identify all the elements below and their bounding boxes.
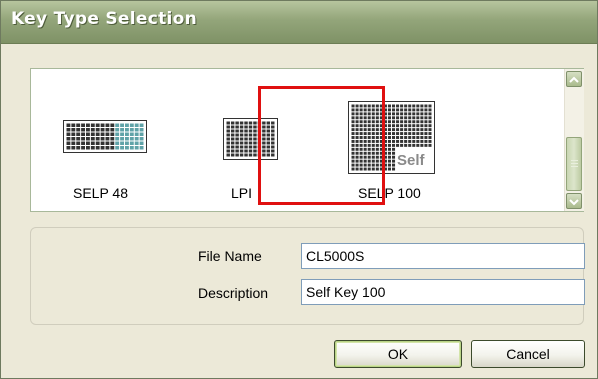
description-label: Description: [198, 285, 269, 301]
keyboard-48-icon: [63, 120, 147, 153]
scroll-down-button[interactable]: [566, 193, 582, 209]
title-bar[interactable]: Key Type Selection: [1, 1, 597, 44]
key-item-selp-48[interactable]: SELP 48: [51, 69, 151, 211]
grip-line: [571, 160, 578, 161]
cancel-button[interactable]: Cancel: [471, 340, 585, 368]
file-name-input[interactable]: CL5000S: [301, 243, 585, 269]
self-badge: Self: [397, 152, 425, 169]
file-details-group: File Name CL5000S Description Self Key 1…: [30, 227, 585, 325]
key-list-scrollbar[interactable]: [564, 69, 584, 211]
scroll-up-button[interactable]: [566, 71, 582, 87]
grip-line: [571, 163, 578, 164]
window-title: Key Type Selection: [11, 9, 198, 29]
ok-button[interactable]: OK: [334, 340, 462, 368]
scroll-thumb[interactable]: [566, 137, 582, 191]
chevron-up-icon: [569, 76, 579, 83]
key-type-selection-dialog: Key Type Selection SELP 48 LPI Self SELP…: [0, 0, 598, 379]
chevron-down-icon: [569, 199, 579, 206]
key-item-label: LPI: [231, 185, 253, 201]
key-item-label: SELP 48: [73, 185, 129, 201]
file-name-label: File Name: [198, 248, 262, 264]
keyboard-48-keys: [66, 123, 144, 150]
grip-line: [571, 166, 578, 167]
selection-highlight: [258, 86, 385, 205]
description-input[interactable]: Self Key 100: [301, 279, 585, 305]
